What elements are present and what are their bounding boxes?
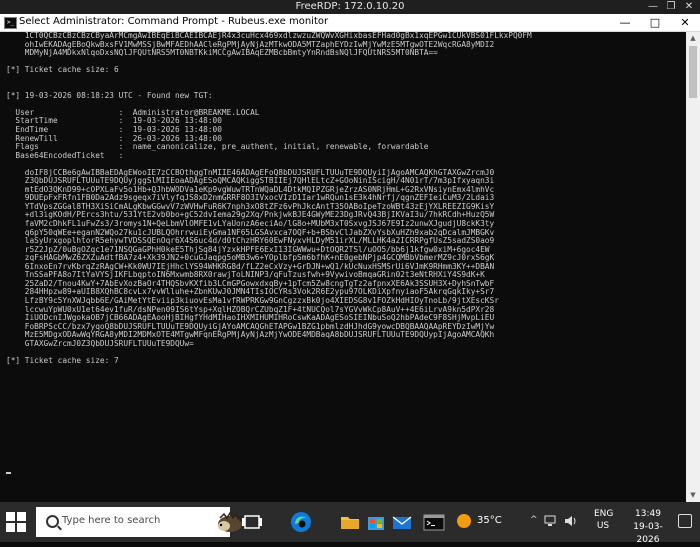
vertical-scrollbar[interactable]: ▲ ▼ bbox=[686, 32, 700, 502]
network-icon[interactable] bbox=[544, 515, 558, 527]
cmd-close-button[interactable]: ✕ bbox=[670, 14, 700, 31]
weather-temperature: 35°C bbox=[477, 515, 502, 526]
text-cursor bbox=[6, 472, 11, 474]
scroll-thumb[interactable] bbox=[689, 46, 697, 98]
cmd-maximize-button[interactable]: □ bbox=[640, 14, 670, 31]
tray-overflow-chevron-icon[interactable]: ^ bbox=[530, 515, 538, 525]
rdp-title: FreeRDP: 172.0.10.20 bbox=[295, 1, 405, 12]
cmd-minimize-button[interactable]: — bbox=[610, 14, 640, 31]
rdp-close-button[interactable]: ✕ bbox=[680, 0, 698, 14]
cmd-window-title: Select Administrator: Command Prompt - R… bbox=[19, 16, 329, 27]
clock-date: 19-03-2026 bbox=[633, 522, 663, 545]
rdp-minimize-button[interactable]: — bbox=[644, 0, 662, 14]
mail-icon[interactable] bbox=[388, 508, 416, 536]
rdp-restore-button[interactable]: ❐ bbox=[662, 0, 680, 14]
volume-icon[interactable] bbox=[564, 515, 578, 527]
search-icon bbox=[46, 515, 59, 528]
search-placeholder: Type here to search bbox=[62, 515, 161, 526]
input-language-indicator[interactable]: ENG US bbox=[594, 508, 614, 532]
region-code: US bbox=[596, 521, 610, 531]
language-code: ENG bbox=[594, 509, 614, 519]
console-output[interactable]: 1CT0QCBzCBzCBzCByaArMCmgAwIBEqEiBCAEIBCA… bbox=[0, 32, 686, 502]
weather-widget[interactable]: 35°C bbox=[455, 510, 525, 534]
taskbar-search-box[interactable]: Type here to search bbox=[36, 507, 243, 537]
edge-browser-icon[interactable] bbox=[287, 508, 315, 536]
rdp-title-bar: FreeRDP: 172.0.10.20 — ❐ ✕ bbox=[0, 0, 700, 14]
sun-weather-icon bbox=[457, 514, 471, 528]
cmd-app-icon[interactable]: >_ bbox=[4, 17, 17, 29]
start-button[interactable] bbox=[6, 512, 26, 532]
scroll-down-arrow-icon[interactable]: ▼ bbox=[686, 489, 700, 502]
taskbar: Type here to search 35°C ^ ENG US 13:49 … bbox=[0, 502, 700, 545]
command-prompt-taskbar-icon[interactable] bbox=[420, 508, 448, 536]
microsoft-store-icon[interactable] bbox=[362, 508, 390, 536]
taskbar-clock[interactable]: 13:49 19-03-2026 bbox=[622, 508, 674, 547]
console-text: 1CT0QCBzCBzCBzCByaArMCmgAwIBEqEiBCAEIBCA… bbox=[6, 32, 532, 365]
scroll-up-arrow-icon[interactable]: ▲ bbox=[686, 32, 700, 45]
task-view-icon[interactable] bbox=[238, 508, 266, 536]
cmd-title-bar[interactable]: >_ Select Administrator: Command Prompt … bbox=[0, 14, 700, 32]
file-explorer-icon[interactable] bbox=[336, 508, 364, 536]
clock-time: 13:49 bbox=[635, 509, 661, 519]
notifications-icon[interactable] bbox=[678, 514, 692, 528]
